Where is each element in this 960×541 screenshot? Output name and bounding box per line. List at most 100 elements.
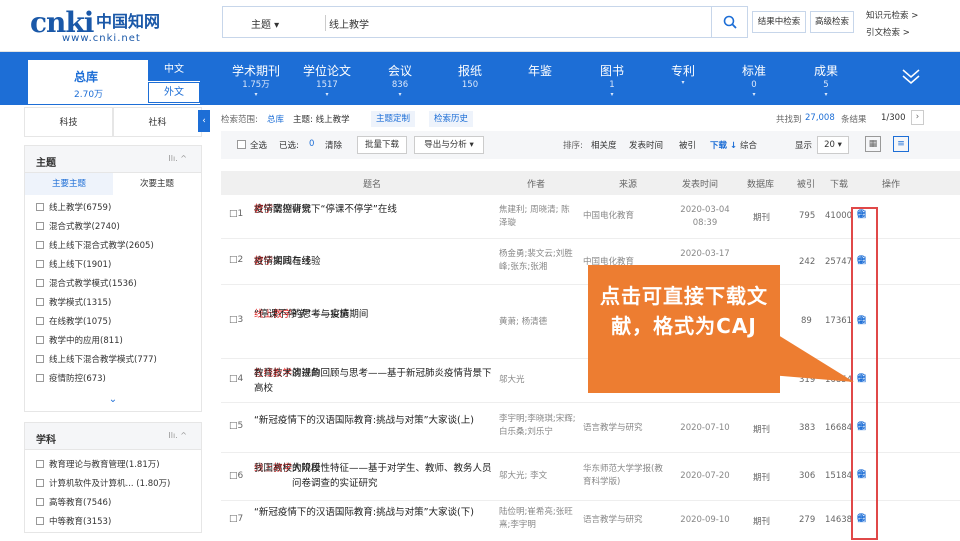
list-view-icon[interactable]: ≡ (893, 136, 909, 152)
checkbox[interactable] (36, 222, 44, 230)
sort-composite[interactable]: 综合 (740, 139, 757, 151)
chart-collapse-icon[interactable]: Ilı. ^ (168, 154, 187, 163)
sort-cited[interactable]: 被引 (679, 139, 696, 151)
col-date[interactable]: 发表时间 (682, 177, 718, 190)
row-source[interactable]: 华东师范大学学报(教育科学版) (583, 463, 667, 489)
checkbox[interactable] (36, 460, 44, 468)
search-button[interactable] (711, 7, 747, 37)
row-title-link[interactable]: 疫情防控背景下“停课不停学”在线 教学 案例研究 (254, 202, 494, 217)
row-source[interactable]: 语言教学与研究 (583, 422, 663, 435)
checkbox[interactable] (36, 298, 44, 306)
row-authors[interactable]: 李宇明;李晓琪;宋辉;白乐桑;刘乐宁 (499, 413, 577, 439)
tab-journals[interactable]: 学术期刊 1.75万 ▾ (228, 64, 284, 99)
row-checkbox[interactable]: □ 6 (229, 471, 243, 481)
discipline-filter-item[interactable]: 中等教育(3153) (25, 513, 201, 532)
col-downloads[interactable]: 下载 (830, 177, 848, 190)
checkbox[interactable] (36, 355, 44, 363)
tab-standards[interactable]: 标准 0 ▾ (726, 64, 782, 99)
search-history-tag[interactable]: 检索历史 (429, 111, 474, 127)
search-scope-select[interactable]: 主题 ▾ (251, 16, 279, 31)
subject-filter-item[interactable]: 疫情防控(673) (25, 370, 201, 389)
grid-view-icon[interactable]: ▦ (865, 136, 881, 152)
lang-foreign-tab[interactable]: 外文 (148, 82, 200, 103)
expand-nav-chevron-icon[interactable] (900, 66, 922, 86)
tab-main-subject[interactable]: 主要主题 (25, 173, 113, 195)
checkbox[interactable] (36, 498, 44, 506)
row-cited[interactable]: 795 (799, 211, 815, 221)
chart-collapse-icon[interactable]: Ilı. ^ (168, 431, 187, 440)
row-title-link[interactable]: 我国高校大规模 线上教学 的阶段性特征——基于对学生、教师、教务人员问卷调查的实证研… (254, 461, 494, 489)
row-source[interactable]: 语言教学与研究 (583, 514, 663, 527)
row-authors[interactable]: 陆俭明;崔希亮;张旺熹;李宇明 (499, 506, 577, 532)
row-cited[interactable]: 383 (799, 423, 815, 433)
row-checkbox[interactable]: □ 5 (229, 421, 243, 431)
subject-filter-item[interactable]: 线上线下(1901) (25, 256, 201, 275)
tab-yearbooks[interactable]: 年鉴 (512, 64, 568, 79)
expand-more-icon[interactable]: ⌄ (25, 389, 201, 411)
row-checkbox[interactable]: □ 7 (229, 514, 243, 524)
checkbox[interactable] (36, 517, 44, 525)
discipline-filter-item[interactable]: 教育理论与教育管理(1.81万) (25, 456, 201, 475)
tab-newspapers[interactable]: 报纸 150 (442, 64, 498, 91)
select-all-checkbox[interactable] (237, 140, 246, 149)
col-cited[interactable]: 被引 (797, 177, 815, 190)
checkbox[interactable] (36, 241, 44, 249)
checkbox[interactable] (36, 317, 44, 325)
row-title-link[interactable]: “停课不停学”——疫情期间 线上教学 的思考与实施 (254, 307, 494, 322)
row-checkbox[interactable]: □ 1 (229, 209, 243, 219)
result-search-button[interactable]: 结果中检索 (752, 11, 806, 33)
tab-conferences[interactable]: 会议 836 ▾ (372, 64, 428, 99)
row-source[interactable]: 中国电化教育 (583, 210, 663, 223)
subject-filter-item[interactable]: 线上教学(6759) (25, 199, 201, 218)
tab-social-science[interactable]: 社科 (113, 107, 202, 137)
tab-patents[interactable]: 专利 ▾ (655, 64, 711, 87)
page-size-select[interactable]: 20 ▾ (817, 136, 849, 154)
sort-downloads[interactable]: 下载 ↓ (710, 139, 737, 151)
clear-selection-link[interactable]: 清除 (325, 139, 342, 151)
row-authors[interactable]: 邬大光; 李文 (499, 470, 577, 483)
tab-theses[interactable]: 学位论文 1517 ▾ (299, 64, 355, 99)
citation-search-link[interactable]: 引文检索 > (866, 25, 918, 42)
subject-filter-item[interactable]: 教学模式(1315) (25, 294, 201, 313)
subject-filter-item[interactable]: 混合式教学(2740) (25, 218, 201, 237)
subject-filter-item[interactable]: 教学中的应用(811) (25, 332, 201, 351)
checkbox[interactable] (36, 260, 44, 268)
tab-achievements[interactable]: 成果 5 ▾ (798, 64, 854, 99)
checkbox[interactable] (36, 203, 44, 211)
row-cited[interactable]: 306 (799, 471, 815, 481)
row-cited[interactable]: 242 (799, 257, 815, 267)
row-title-link[interactable]: 教育技术演进的回顾与思考——基于新冠肺炎疫情背景下高校 在线教学 的视角 (254, 366, 494, 394)
checkbox[interactable] (36, 374, 44, 382)
tab-books[interactable]: 图书 1 ▾ (584, 64, 640, 99)
tab-total-db[interactable]: 总库 2.70万 中文 外文 (28, 60, 200, 104)
discipline-filter-item[interactable]: 高等教育(7546) (25, 494, 201, 513)
tab-secondary-subject[interactable]: 次要主题 (113, 173, 201, 195)
row-title-link[interactable]: 疫情期间在线 教学 实践与经验 (254, 254, 494, 269)
lang-chinese-tab[interactable]: 中文 (148, 60, 200, 81)
subject-filter-item[interactable]: 混合式教学模式(1536) (25, 275, 201, 294)
knowledge-search-link[interactable]: 知识元检索 > (866, 8, 918, 25)
batch-download-button[interactable]: 批量下载 (357, 136, 407, 154)
subject-filter-item[interactable]: 线上线下混合式教学(2605) (25, 237, 201, 256)
subject-filter-item[interactable]: 线上线下混合教学模式(777) (25, 351, 201, 370)
checkbox[interactable] (36, 479, 44, 487)
row-checkbox[interactable]: □ 2 (229, 255, 243, 265)
row-authors[interactable]: 黄萧; 杨清德 (499, 316, 577, 329)
checkbox[interactable] (36, 279, 44, 287)
sort-relevance[interactable]: 相关度 (591, 139, 617, 151)
tab-science-tech[interactable]: 科技 (24, 107, 113, 137)
scope-db[interactable]: 总库 (267, 113, 284, 125)
subject-filter-item[interactable]: 在线教学(1075) (25, 313, 201, 332)
row-authors[interactable]: 杨金勇;裴文云;刘胜峰;张东;张湘 (499, 248, 577, 274)
sort-date[interactable]: 发表时间 (629, 139, 663, 151)
subject-custom-tag[interactable]: 主题定制 (371, 111, 416, 127)
discipline-filter-item[interactable]: 计算机软件及计算机... (1.80万) (25, 475, 201, 494)
row-authors[interactable]: 焦建利; 周晓清; 陈泽璇 (499, 204, 577, 230)
cnki-logo[interactable]: cnki 中国知网 www.cnki.net (30, 6, 170, 46)
collapse-panel-button[interactable]: ‹ (198, 110, 210, 132)
row-authors[interactable]: 邬大光 (499, 374, 577, 387)
row-cited[interactable]: 279 (799, 515, 815, 525)
row-checkbox[interactable]: □ 4 (229, 374, 243, 384)
export-analysis-button[interactable]: 导出与分析 ▾ (414, 136, 484, 154)
checkbox[interactable] (36, 336, 44, 344)
